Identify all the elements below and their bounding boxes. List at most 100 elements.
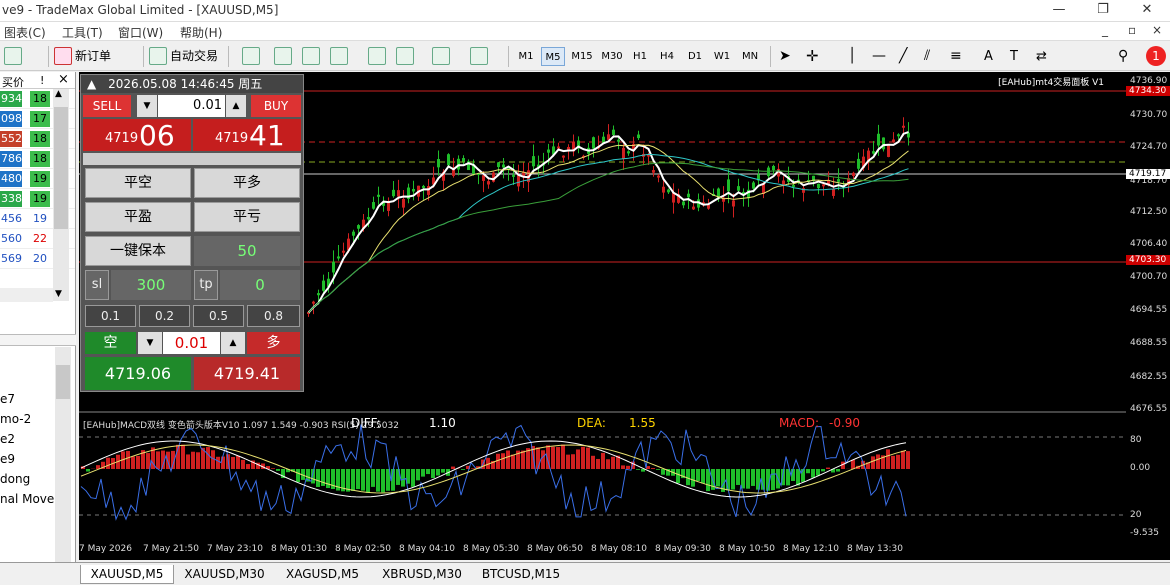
buy-market-button[interactable]: 4719.41 [194, 357, 300, 390]
chart-shift-icon[interactable] [396, 47, 414, 65]
scroll-up-icon[interactable]: ▲ [55, 89, 62, 99]
col-spread-header: ! [40, 74, 45, 87]
notification-badge[interactable]: 1 [1146, 46, 1166, 66]
lot-preset-button[interactable]: 0.1 [85, 305, 136, 327]
cursor-icon[interactable]: ➤ [779, 47, 791, 66]
breakeven-value[interactable]: 50 [194, 236, 300, 266]
text-icon[interactable]: A [984, 47, 993, 66]
scroll-down-icon[interactable]: ▼ [55, 289, 62, 299]
sl-input[interactable]: 300 [111, 270, 191, 300]
tp-input[interactable]: 0 [220, 270, 300, 300]
panel-collapse-icon[interactable]: ▲ [87, 77, 96, 91]
chart-tab[interactable]: XAGUSD,M5 [275, 565, 370, 584]
scrollbar-thumb[interactable] [56, 365, 70, 399]
new-chart-icon[interactable] [4, 47, 22, 65]
tile-icon[interactable] [330, 47, 348, 65]
close-profit-button[interactable]: 平盈 [85, 202, 191, 232]
menu-tools[interactable]: 工具(T) [62, 24, 103, 41]
templates-icon[interactable] [470, 47, 488, 65]
time-tick: 7 May 2026 [79, 544, 132, 554]
lot2-input[interactable]: 0.01 [163, 332, 220, 354]
macd-histogram-bar [231, 456, 235, 469]
tf-h1[interactable]: H1 [628, 47, 652, 66]
buy-button[interactable]: BUY [251, 95, 301, 117]
horizontal-line-icon[interactable]: — [872, 47, 886, 66]
auto-trade-button[interactable]: 自动交易 [170, 47, 218, 66]
new-order-icon[interactable] [54, 47, 72, 65]
navigator-item[interactable]: e9 [0, 452, 15, 466]
arrows-icon[interactable]: ⇄ [1036, 47, 1047, 66]
auto-trade-icon[interactable] [149, 47, 167, 65]
close-icon[interactable]: × [58, 72, 69, 87]
search-icon[interactable]: ⚲ [1118, 47, 1128, 66]
bid-cell: 569 [0, 251, 22, 267]
lot2-decrease-icon[interactable]: ▼ [138, 332, 162, 354]
lot-preset-button[interactable]: 0.5 [193, 305, 244, 327]
tf-w1[interactable]: W1 [710, 47, 734, 66]
buy-price-small: 4719 [215, 131, 249, 146]
sell-button[interactable]: SELL [83, 95, 131, 117]
lot2-increase-icon[interactable]: ▲ [221, 332, 245, 354]
long-button[interactable]: 多 [247, 332, 300, 354]
close-long-button[interactable]: 平多 [194, 168, 300, 198]
lot-increase-icon[interactable]: ▲ [226, 95, 246, 117]
child-close-icon[interactable]: × [1152, 23, 1162, 37]
chart-tab[interactable]: BTCUSD,M15 [474, 565, 568, 584]
indicator-tick: 80 [1130, 435, 1142, 445]
zoom-out-icon[interactable] [302, 47, 320, 65]
label-icon[interactable]: T [1010, 47, 1018, 66]
sell-price-box[interactable]: 4719 06 [83, 119, 191, 152]
hscroll[interactable] [0, 288, 53, 302]
navigator-scrollbar[interactable] [55, 347, 71, 577]
close-icon[interactable]: ✕ [1134, 2, 1160, 17]
close-short-button[interactable]: 平空 [85, 168, 191, 198]
menu-window[interactable]: 窗口(W) [118, 24, 163, 41]
lot-preset-button[interactable]: 0.8 [247, 305, 300, 327]
macd-histogram-bar [826, 467, 830, 469]
macd-histogram-bar [356, 469, 360, 490]
sell-market-button[interactable]: 4719.06 [85, 357, 191, 390]
close-loss-button[interactable]: 平亏 [194, 202, 300, 232]
scrollbar-thumb[interactable] [54, 107, 68, 229]
navigator-item[interactable]: dong [0, 472, 30, 486]
navigator-item[interactable]: mo-2 [0, 412, 31, 426]
minimize-icon[interactable]: — [1046, 2, 1072, 17]
lot-decrease-icon[interactable]: ▼ [137, 95, 157, 117]
autoscroll-icon[interactable] [368, 47, 386, 65]
vertical-line-icon[interactable]: │ [848, 47, 856, 66]
restore-icon[interactable]: ❐ [1090, 2, 1116, 17]
lot-input[interactable]: 0.01 [158, 95, 225, 117]
candle-body [832, 188, 835, 196]
child-restore-icon[interactable]: ▫ [1128, 23, 1136, 37]
child-minimize-icon[interactable]: _ [1102, 23, 1108, 37]
tf-m15[interactable]: M15 [568, 47, 596, 66]
tf-m30[interactable]: M30 [598, 47, 626, 66]
tf-mn[interactable]: MN [737, 47, 763, 66]
lot-preset-button[interactable]: 0.2 [139, 305, 190, 327]
macd-histogram-bar [591, 455, 595, 469]
tf-h4[interactable]: H4 [655, 47, 679, 66]
chart-tab[interactable]: XBRUSD,M30 [372, 565, 472, 584]
navigator-item[interactable]: e7 [0, 392, 15, 406]
zoom-in-icon[interactable] [274, 47, 292, 65]
crosshair-icon[interactable]: ✛ [806, 47, 819, 66]
buy-price-box[interactable]: 4719 41 [193, 119, 301, 152]
breakeven-button[interactable]: 一键保本 [85, 236, 191, 266]
menu-chart[interactable]: 图表(C) [4, 24, 46, 41]
trendline-icon[interactable]: ╱ [899, 47, 907, 66]
fibonacci-icon[interactable]: ≡ [950, 47, 962, 66]
chart-tab[interactable]: XAUUSD,M5 [80, 565, 174, 584]
chart-tab[interactable]: XAUUSD,M30 [176, 565, 273, 584]
bar-chart-icon[interactable] [242, 47, 260, 65]
tf-m5[interactable]: M5 [541, 47, 565, 66]
channel-icon[interactable]: ⫽ [924, 47, 930, 66]
navigator-item[interactable]: nal Move [0, 492, 54, 506]
tf-d1[interactable]: D1 [683, 47, 707, 66]
menu-help[interactable]: 帮助(H) [180, 24, 222, 41]
tf-m1[interactable]: M1 [514, 47, 538, 66]
navigator-item[interactable]: e2 [0, 432, 15, 446]
indicators-icon[interactable] [432, 47, 450, 65]
short-button[interactable]: 空 [85, 332, 136, 354]
market-watch-scrollbar[interactable]: ▲ ▼ [53, 89, 69, 301]
new-order-button[interactable]: 新订单 [75, 47, 111, 66]
